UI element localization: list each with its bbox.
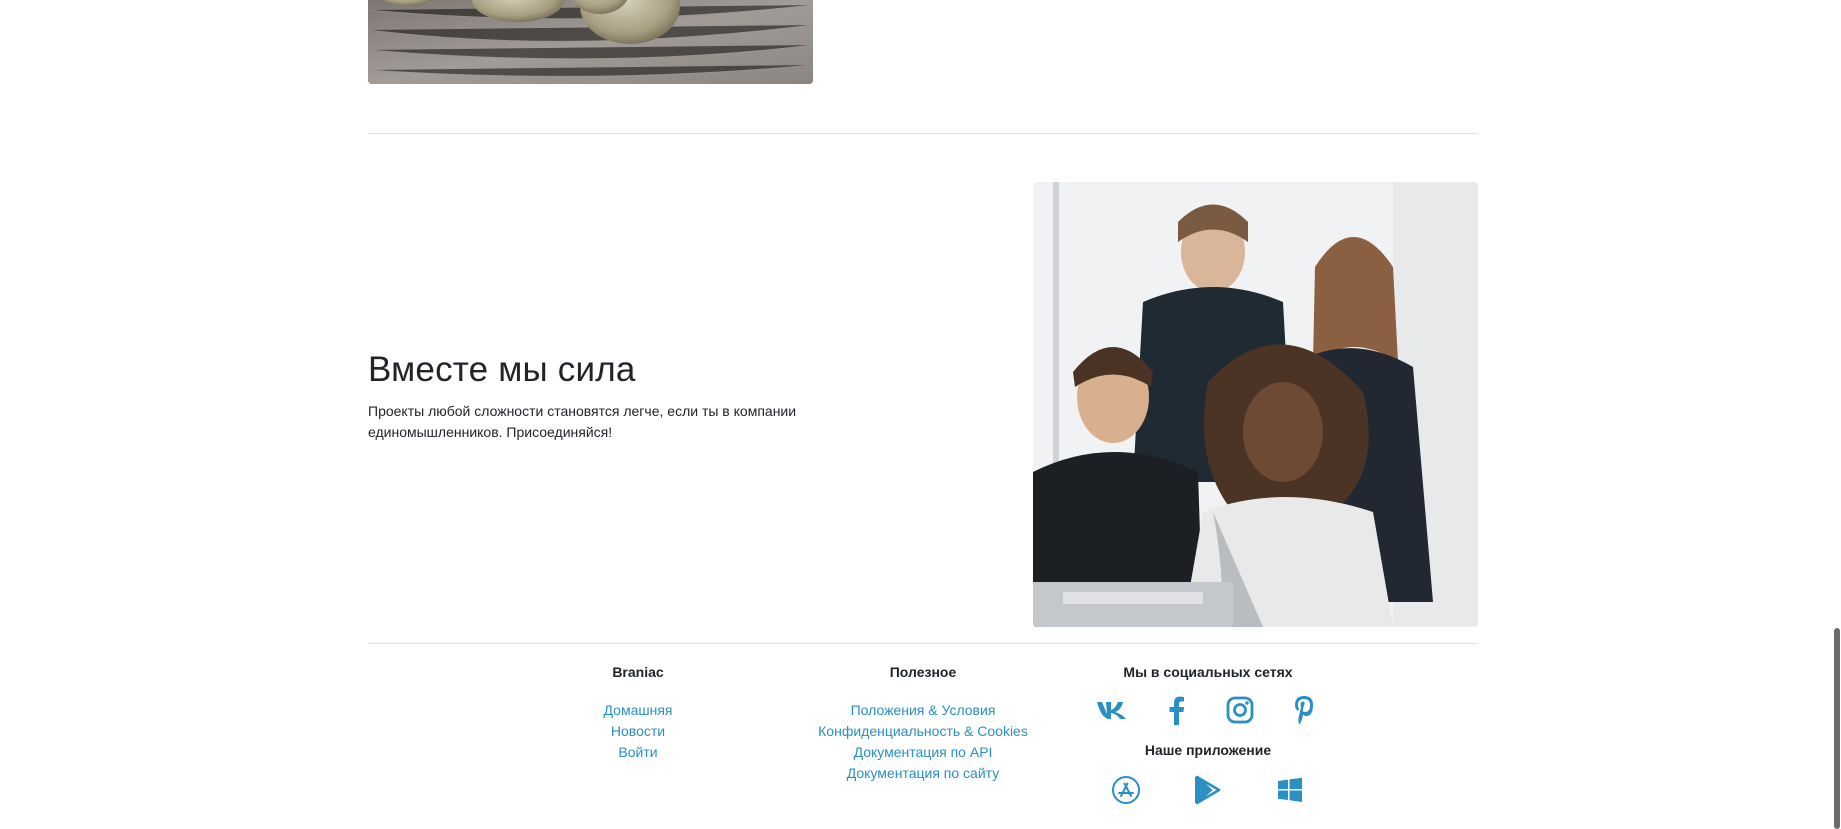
footer-link-site-docs[interactable]: Документация по сайту xyxy=(808,763,1038,784)
footer-useful-title: Полезное xyxy=(889,664,957,680)
apps-title: Наше приложение xyxy=(1144,742,1272,758)
footer-link-news[interactable]: Новости xyxy=(538,721,738,742)
footer-link-terms[interactable]: Положения & Условия xyxy=(808,700,1038,721)
facebook-icon[interactable] xyxy=(1159,693,1193,727)
footer-brand-column: Braniac Домашняя Новости Войти xyxy=(538,662,738,763)
footer-useful-column: Полезное Положения & Условия Конфиденциа… xyxy=(808,662,1038,784)
feature-text: Проекты любой сложности становятся легче… xyxy=(368,403,797,440)
social-icons xyxy=(1095,690,1321,730)
coins-image xyxy=(368,0,813,84)
team-photo xyxy=(1033,182,1478,627)
footer-social-column: Мы в социальных сетях Наше приложение xyxy=(1078,662,1338,810)
app-store-icon[interactable] xyxy=(1109,773,1143,807)
windows-icon[interactable] xyxy=(1273,773,1307,807)
scrollbar-thumb[interactable] xyxy=(1834,628,1840,829)
pinterest-icon[interactable] xyxy=(1287,693,1321,727)
footer-link-api-docs[interactable]: Документация по API xyxy=(808,742,1038,763)
footer-social-title: Мы в социальных сетях xyxy=(1123,664,1293,680)
google-play-icon[interactable] xyxy=(1191,773,1225,807)
section-divider xyxy=(368,133,1478,134)
instagram-icon[interactable] xyxy=(1223,693,1257,727)
footer-link-privacy[interactable]: Конфиденциальность & Cookies xyxy=(808,721,1038,742)
footer-link-login[interactable]: Войти xyxy=(538,742,738,763)
vk-icon[interactable] xyxy=(1095,693,1129,727)
footer-brand-title: Braniac xyxy=(612,664,664,680)
app-icons xyxy=(1109,770,1307,810)
footer-divider xyxy=(368,643,1478,644)
scrollbar[interactable] xyxy=(1833,0,1841,829)
feature-title: Вместе мы сила xyxy=(368,350,636,389)
footer-link-home[interactable]: Домашняя xyxy=(538,700,738,721)
page: Вместе мы сила Проекты любой сложности с… xyxy=(0,0,1841,829)
